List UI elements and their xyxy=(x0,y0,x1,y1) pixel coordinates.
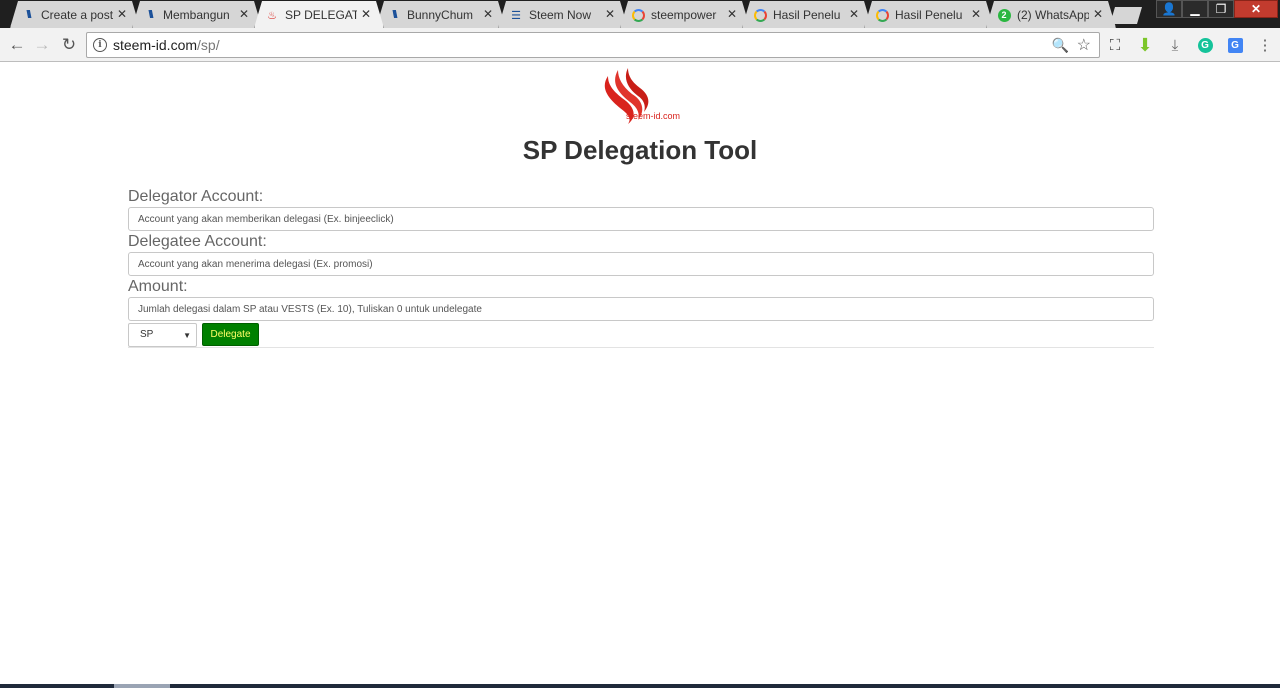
amount-input[interactable] xyxy=(128,297,1154,321)
tab-steem-now[interactable]: ☰ Steem Now ✕ xyxy=(498,1,628,28)
screenshot-extension-icon[interactable]: ⛶ xyxy=(1105,35,1125,55)
grammarly-icon[interactable]: G xyxy=(1195,35,1215,55)
tab-title: Steem Now xyxy=(529,7,592,22)
browser-toolbar: ← → ↻ i steem-id.com/sp/ 🔍 ☆ ⛶ ⬇ ⤓ G G ⋮ xyxy=(0,28,1280,62)
close-icon[interactable]: ✕ xyxy=(727,7,737,21)
url-text[interactable]: steem-id.com/sp/ xyxy=(113,37,220,53)
bookmark-star-icon[interactable]: ☆ xyxy=(1077,35,1091,55)
tab-membangun[interactable]: \\\ Membangun ✕ xyxy=(132,1,262,28)
steem-now-icon: ☰ xyxy=(511,9,521,22)
tab-hasil-penelusuran-2[interactable]: Hasil Penelu ✕ xyxy=(864,1,994,28)
tab-title: Hasil Penelu xyxy=(773,7,841,22)
page-content: steem-id.com SP Delegation Tool Delegato… xyxy=(0,62,1280,684)
tab-title: BunnyChum xyxy=(407,7,474,22)
translate-icon[interactable]: G xyxy=(1225,35,1245,55)
unit-select[interactable]: SP ▼ xyxy=(128,322,197,347)
close-icon[interactable]: ✕ xyxy=(849,7,859,21)
close-icon[interactable]: ✕ xyxy=(239,7,249,21)
delegation-form: Delegator Account: Delegatee Account: Am… xyxy=(128,186,1154,348)
tab-hasil-penelusuran-1[interactable]: Hasil Penelu ✕ xyxy=(742,1,872,28)
restore-icon[interactable]: ❐ xyxy=(1208,0,1234,18)
whatsapp-icon: 2 xyxy=(997,8,1011,22)
window-controls: 👤 ▁ ❐ ✕ xyxy=(1156,0,1278,20)
minimize-icon[interactable]: ▁ xyxy=(1182,0,1208,18)
delegator-label: Delegator Account: xyxy=(128,188,264,205)
menu-icon[interactable]: ⋮ xyxy=(1255,35,1275,55)
address-bar[interactable]: i steem-id.com/sp/ 🔍 ☆ xyxy=(86,32,1100,58)
close-icon[interactable]: ✕ xyxy=(605,7,615,21)
tab-title: Membangun xyxy=(163,7,230,22)
delegate-button[interactable]: Delegate xyxy=(202,323,259,346)
tab-bunnychum[interactable]: \\\ BunnyChum ✕ xyxy=(376,1,506,28)
taskbar xyxy=(0,684,1280,688)
logo-text: steem-id.com xyxy=(626,111,681,121)
tab-steempower[interactable]: steempower ✕ xyxy=(620,1,750,28)
tab-title: SP DELEGATI xyxy=(285,7,357,22)
user-icon[interactable]: 👤 xyxy=(1156,0,1182,18)
tab-title: steempower xyxy=(651,7,717,22)
close-icon[interactable]: ✕ xyxy=(117,7,127,21)
tab-title: (2) WhatsApp xyxy=(1017,7,1089,22)
tab-title: Hasil Penelu xyxy=(895,7,963,22)
action-row: SP ▼ Delegate xyxy=(128,322,1154,348)
tab-sp-delegation[interactable]: ♨ SP DELEGATI ✕ xyxy=(254,1,384,28)
steemit-icon: \\\ xyxy=(26,9,30,21)
window-close-icon[interactable]: ✕ xyxy=(1234,0,1278,18)
delegator-account-input[interactable] xyxy=(128,207,1154,231)
close-icon[interactable]: ✕ xyxy=(1093,7,1103,21)
steem-id-flame-icon: ♨ xyxy=(267,9,277,22)
reload-icon[interactable]: ↻ xyxy=(58,34,80,56)
back-arrow-icon[interactable]: ← xyxy=(6,34,28,56)
tab-whatsapp[interactable]: 2 (2) WhatsApp ✕ xyxy=(986,1,1116,28)
close-icon[interactable]: ✕ xyxy=(971,7,981,21)
new-tab-button[interactable] xyxy=(1110,7,1142,24)
delegatee-label: Delegatee Account: xyxy=(128,233,267,250)
google-icon xyxy=(631,8,645,22)
delegatee-account-input[interactable] xyxy=(128,252,1154,276)
download-tray-extension-icon[interactable]: ⤓ xyxy=(1165,35,1185,55)
google-icon xyxy=(753,8,767,22)
info-icon[interactable]: i xyxy=(93,38,107,52)
forward-arrow-icon[interactable]: → xyxy=(31,34,53,56)
taskbar-item[interactable] xyxy=(114,684,170,688)
download-arrow-extension-icon[interactable]: ⬇ xyxy=(1135,35,1155,55)
amount-label: Amount: xyxy=(128,278,188,295)
close-icon[interactable]: ✕ xyxy=(361,7,371,21)
page-title: SP Delegation Tool xyxy=(522,135,758,165)
close-icon[interactable]: ✕ xyxy=(483,7,493,21)
dropdown-caret-icon: ▼ xyxy=(183,330,191,340)
google-icon xyxy=(875,8,889,22)
zoom-icon[interactable]: 🔍 xyxy=(1052,37,1069,54)
tab-title: Create a post xyxy=(41,7,113,22)
unit-select-value: SP xyxy=(140,329,154,340)
steemit-icon: \\\ xyxy=(148,9,152,21)
tab-create-a-post[interactable]: \\\ Create a post ✕ xyxy=(10,1,140,28)
tab-strip: \\\ Create a post ✕ \\\ Membangun ✕ ♨ SP… xyxy=(0,0,1280,28)
steemit-icon: \\\ xyxy=(392,9,396,21)
